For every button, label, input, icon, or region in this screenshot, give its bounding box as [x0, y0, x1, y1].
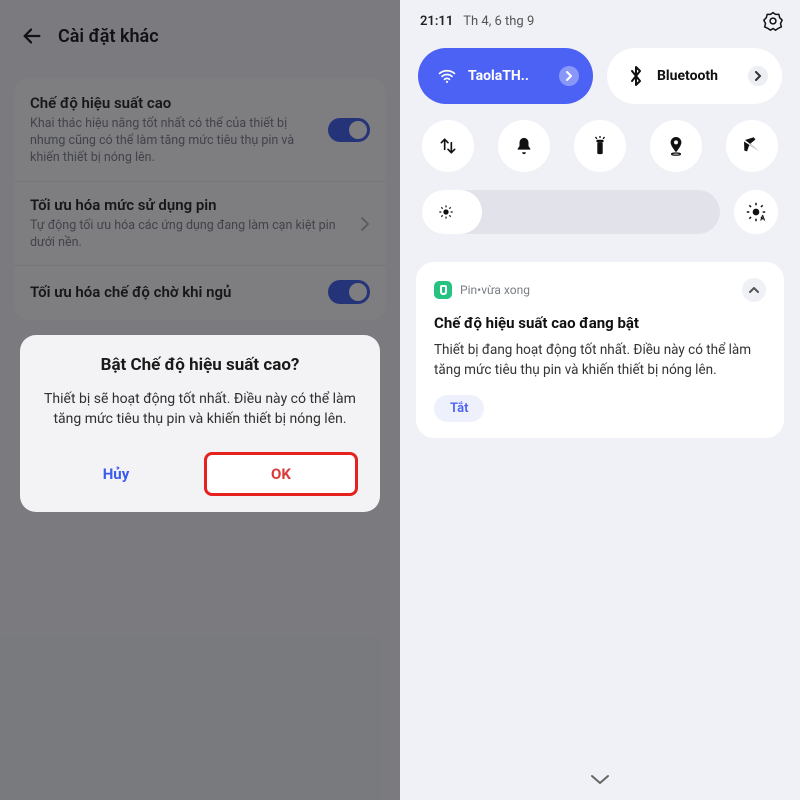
battery-app-icon: [434, 281, 452, 299]
bluetooth-icon: [625, 66, 647, 86]
qs-round-row: [400, 104, 800, 176]
collapse-icon[interactable]: [742, 278, 766, 302]
qs-tile-row: TaolaTH.. Bluetooth: [400, 38, 800, 104]
settings-gear-icon[interactable]: [762, 10, 784, 32]
ok-button[interactable]: OK: [204, 452, 358, 496]
status-date: Th 4, 6 thg 9: [463, 14, 762, 29]
notification-when: vừa xong: [481, 283, 530, 297]
qs-toggle-airplane[interactable]: [726, 120, 778, 172]
notification-app: Pin: [460, 283, 477, 297]
qs-toggle-data[interactable]: [422, 120, 474, 172]
brightness-low-icon: [438, 204, 454, 220]
settings-screen: Cài đặt khác Chế độ hiệu suất cao Khai t…: [0, 0, 400, 800]
cancel-button[interactable]: Hủy: [42, 452, 190, 496]
status-bar: 21:11 Th 4, 6 thg 9: [400, 0, 800, 38]
qs-tile-label: Bluetooth: [657, 68, 748, 84]
notification-card[interactable]: Pin • vừa xong Chế độ hiệu suất cao đang…: [416, 262, 784, 438]
chevron-right-icon[interactable]: [559, 66, 579, 86]
shade-expand-handle[interactable]: [400, 762, 800, 800]
status-time: 21:11: [420, 14, 453, 29]
dialog-buttons: Hủy OK: [42, 452, 358, 496]
dialog-title: Bật Chế độ hiệu suất cao?: [42, 355, 358, 375]
confirm-dialog: Bật Chế độ hiệu suất cao? Thiết bị sẽ ho…: [20, 335, 380, 512]
qs-tile-wifi[interactable]: TaolaTH..: [418, 48, 593, 104]
chevron-right-icon[interactable]: [748, 66, 768, 86]
notification-body: Thiết bị đang hoạt động tốt nhất. Điều n…: [434, 340, 766, 381]
quick-settings-panel: 21:11 Th 4, 6 thg 9 TaolaTH.. Bluetooth: [400, 0, 800, 800]
brightness-row: A: [400, 176, 800, 242]
notification-title: Chế độ hiệu suất cao đang bật: [434, 314, 766, 332]
notification-header: Pin • vừa xong: [434, 278, 766, 302]
brightness-slider[interactable]: [422, 190, 720, 234]
qs-toggle-location[interactable]: [650, 120, 702, 172]
qs-toggle-flashlight[interactable]: [574, 120, 626, 172]
qs-tile-label: TaolaTH..: [468, 68, 559, 84]
svg-text:A: A: [760, 213, 766, 222]
qs-toggle-dnd[interactable]: [498, 120, 550, 172]
dialog-body: Thiết bị sẽ hoạt động tốt nhất. Điều này…: [44, 389, 356, 430]
qs-tile-bluetooth[interactable]: Bluetooth: [607, 48, 782, 104]
notification-action-off[interactable]: Tắt: [434, 395, 484, 422]
auto-brightness-button[interactable]: A: [734, 190, 778, 234]
wifi-icon: [436, 66, 458, 86]
